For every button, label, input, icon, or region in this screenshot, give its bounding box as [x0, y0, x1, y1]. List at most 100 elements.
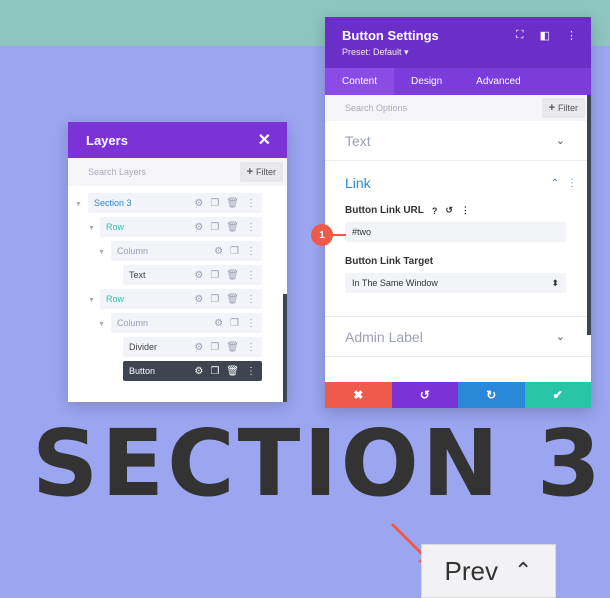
gear-icon[interactable]: ⚙: [194, 222, 203, 233]
layer-item-section[interactable]: Section 3 ⚙ ❐ 🗑 ⋮: [88, 193, 262, 213]
layer-item-label: Divider: [129, 342, 158, 352]
layer-actions: ⚙ ❐ 🗑 ⋮: [194, 198, 256, 209]
duplicate-icon[interactable]: ❐: [210, 342, 219, 353]
gear-icon[interactable]: ⚙: [194, 342, 203, 353]
layers-title: Layers: [86, 132, 128, 148]
caret-down-icon[interactable]: ▼: [88, 225, 95, 232]
settings-search-input[interactable]: Search Options: [345, 103, 407, 113]
duplicate-icon[interactable]: ❐: [210, 366, 219, 377]
filter-label: Filter: [256, 167, 276, 177]
trash-icon[interactable]: 🗑: [226, 222, 239, 233]
prev-label: Prev: [444, 555, 499, 586]
undo-button[interactable]: ↺: [391, 382, 458, 408]
link-url-input[interactable]: #two: [345, 222, 566, 242]
more-icon[interactable]: ⋮: [461, 205, 470, 216]
layer-item-text[interactable]: Text ⚙ ❐ 🗑 ⋮: [123, 265, 262, 285]
reset-icon[interactable]: ↺: [445, 205, 453, 216]
settings-scrollbar[interactable]: [587, 95, 591, 335]
trash-icon[interactable]: 🗑: [226, 198, 239, 209]
trash-icon[interactable]: 🗑: [226, 270, 239, 281]
tab-design[interactable]: Design: [394, 68, 459, 95]
layer-actions: ⚙ ❐ 🗑 ⋮: [194, 294, 256, 305]
settings-tabs: Content Design Advanced: [325, 68, 591, 95]
link-option-group: Link ⌃ ⋮ Button Link URL ? ↺ ⋮ #two Butto…: [325, 161, 591, 317]
link-group-icons: ⌃ ⋮: [551, 178, 577, 189]
settings-header-icons: ⛶ ◧ ⋮: [516, 29, 577, 42]
gear-icon[interactable]: ⚙: [194, 294, 203, 305]
layer-item-label: Section 3: [94, 198, 132, 208]
more-icon[interactable]: ⋮: [246, 270, 256, 281]
layers-search-input[interactable]: Search Layers: [88, 167, 146, 177]
gear-icon[interactable]: ⚙: [194, 198, 203, 209]
layer-item-column[interactable]: Column ⚙ ❐ ⋮: [111, 241, 262, 261]
settings-filter-button[interactable]: + Filter: [541, 98, 585, 118]
tab-advanced[interactable]: Advanced: [459, 68, 537, 95]
preset-dropdown[interactable]: Preset: Default ▾: [342, 47, 574, 58]
link-target-label-row: Button Link Target: [345, 256, 577, 267]
layers-filter-button[interactable]: + Filter: [239, 162, 283, 182]
close-icon[interactable]: ✕: [258, 130, 271, 150]
duplicate-icon[interactable]: ❐: [210, 294, 219, 305]
duplicate-icon[interactable]: ❐: [210, 198, 219, 209]
layer-actions: ⚙ ❐ ⋮: [214, 318, 256, 329]
more-icon[interactable]: ⋮: [246, 246, 256, 257]
layer-item-button[interactable]: Button ⚙ ❐ 🗑 ⋮: [123, 361, 262, 381]
fullscreen-icon[interactable]: ⛶: [516, 29, 524, 42]
link-group-header[interactable]: Link ⌃ ⋮: [345, 175, 577, 191]
double-chevron-up-icon: ⌃: [514, 558, 533, 583]
more-icon[interactable]: ⋮: [566, 29, 577, 42]
layer-item-label: Row: [106, 222, 125, 232]
gear-icon[interactable]: ⚙: [214, 318, 223, 329]
layer-item-divider[interactable]: Divider ⚙ ❐ 🗑 ⋮: [123, 337, 262, 357]
link-url-label: Button Link URL: [345, 205, 424, 216]
layer-item-label: Column: [117, 246, 149, 256]
more-icon[interactable]: ⋮: [246, 222, 256, 233]
prev-button[interactable]: Prev ⌃: [421, 544, 556, 598]
text-group-label: Text: [345, 132, 371, 149]
help-icon[interactable]: ?: [432, 206, 438, 216]
tab-content[interactable]: Content: [325, 68, 395, 95]
caret-down-icon[interactable]: ▼: [98, 249, 105, 256]
trash-icon[interactable]: 🗑: [226, 342, 239, 353]
more-icon[interactable]: ⋮: [246, 342, 256, 353]
save-button[interactable]: ✔: [524, 382, 591, 408]
trash-icon[interactable]: 🗑: [226, 294, 239, 305]
duplicate-icon[interactable]: ❐: [210, 222, 219, 233]
chevron-up-icon[interactable]: ⌃: [551, 178, 559, 189]
admin-label-option-group[interactable]: Admin Label ⌄: [325, 317, 591, 357]
more-icon[interactable]: ⋮: [246, 294, 256, 305]
layer-item-row[interactable]: Row ⚙ ❐ 🗑 ⋮: [100, 217, 262, 237]
link-target-select[interactable]: In The Same Window ⬍: [345, 273, 566, 293]
trash-icon[interactable]: 🗑: [226, 366, 239, 377]
cancel-button[interactable]: ✖: [325, 382, 392, 408]
section-heading: SECTION 3: [32, 410, 604, 517]
gear-icon[interactable]: ⚙: [194, 366, 203, 377]
caret-down-icon[interactable]: ▼: [88, 297, 95, 304]
layers-header: Layers ✕: [68, 122, 287, 158]
duplicate-icon[interactable]: ❐: [210, 270, 219, 281]
caret-down-icon[interactable]: ▼: [75, 201, 82, 208]
sidebar-icon[interactable]: ◧: [540, 29, 550, 42]
layer-item-label: Row: [106, 294, 125, 304]
more-icon[interactable]: ⋮: [246, 366, 256, 377]
select-arrows-icon: ⬍: [551, 277, 559, 288]
more-icon[interactable]: ⋮: [246, 198, 256, 209]
layer-item-row[interactable]: Row ⚙ ❐ 🗑 ⋮: [100, 289, 262, 309]
layers-scrollbar[interactable]: [283, 294, 287, 402]
callout-line: [332, 234, 346, 236]
chevron-down-icon: ⌄: [555, 135, 565, 147]
more-icon[interactable]: ⋮: [567, 178, 577, 189]
gear-icon[interactable]: ⚙: [194, 270, 203, 281]
settings-footer: ✖ ↺ ↻ ✔: [325, 382, 591, 408]
layer-item-column[interactable]: Column ⚙ ❐ ⋮: [111, 313, 262, 333]
more-icon[interactable]: ⋮: [246, 318, 256, 329]
filter-label: Filter: [558, 103, 578, 113]
redo-button[interactable]: ↻: [458, 382, 525, 408]
settings-search-bar: Search Options + Filter: [325, 95, 591, 121]
text-option-group[interactable]: Text ⌄: [325, 121, 591, 161]
duplicate-icon[interactable]: ❐: [230, 318, 239, 329]
caret-down-icon[interactable]: ▼: [98, 321, 105, 328]
duplicate-icon[interactable]: ❐: [230, 246, 239, 257]
gear-icon[interactable]: ⚙: [214, 246, 223, 257]
callout-badge: 1: [311, 224, 333, 246]
